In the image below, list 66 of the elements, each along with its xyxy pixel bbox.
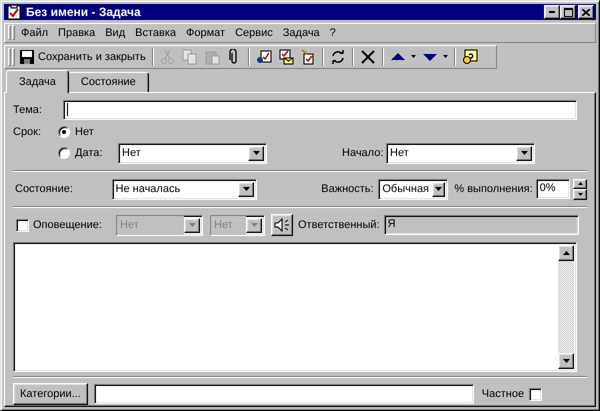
field-label: Срок: bbox=[13, 126, 42, 138]
up-arrow-icon bbox=[562, 251, 570, 255]
window-title: Без имени - Задача bbox=[26, 5, 142, 19]
notes-text-area[interactable] bbox=[13, 242, 577, 372]
close-button[interactable] bbox=[578, 5, 594, 19]
minimize-icon bbox=[549, 11, 555, 13]
menu-item[interactable]: Вид bbox=[100, 24, 130, 41]
down-arrow-icon bbox=[562, 359, 570, 363]
field-label: Тема: bbox=[13, 104, 43, 116]
menu-item[interactable]: ? bbox=[324, 24, 341, 41]
categories-button[interactable]: Категории... bbox=[13, 383, 88, 405]
up-arrow-icon bbox=[578, 182, 583, 186]
field-label: Оповещение: bbox=[33, 219, 103, 231]
delete-icon[interactable] bbox=[360, 48, 376, 65]
assign-task-icon[interactable] bbox=[256, 48, 272, 65]
menu-item[interactable]: Файл bbox=[16, 24, 54, 41]
down-arrow-icon bbox=[578, 192, 583, 196]
dropdown-arrow-icon bbox=[435, 187, 442, 191]
dropdown-arrow-icon bbox=[250, 223, 258, 227]
dropdown-arrow-icon bbox=[252, 151, 260, 155]
dropdown-arrow-icon bbox=[188, 223, 196, 227]
caret-icon[interactable] bbox=[442, 55, 448, 58]
task-clipboard-icon bbox=[6, 4, 22, 20]
field-label: % выполнения: bbox=[454, 183, 533, 195]
priority-dropdown[interactable]: Обычная bbox=[378, 178, 448, 200]
radio-label[interactable]: Нет bbox=[75, 126, 94, 138]
field-label: Частное bbox=[482, 388, 524, 400]
tab[interactable]: Задача bbox=[6, 70, 69, 93]
dropdown-arrow-icon bbox=[520, 151, 528, 155]
speaker-icon bbox=[274, 218, 290, 232]
menu-item[interactable]: Правка bbox=[53, 24, 100, 41]
menu-item[interactable]: Формат bbox=[181, 24, 230, 41]
envelope-checklist-icon[interactable] bbox=[278, 48, 294, 65]
field-label: Важность: bbox=[321, 183, 375, 195]
radio-button[interactable] bbox=[58, 147, 70, 159]
caret-icon[interactable] bbox=[410, 55, 416, 58]
minimize-button[interactable] bbox=[544, 5, 560, 19]
radio-label[interactable]: Дата: bbox=[75, 147, 118, 159]
dropdown-arrow-icon bbox=[242, 187, 250, 191]
close-icon bbox=[582, 8, 590, 16]
menu-item[interactable]: Вставка bbox=[130, 24, 182, 41]
spinner[interactable] bbox=[573, 178, 587, 200]
scroll-up-button[interactable] bbox=[558, 245, 574, 261]
status-dropdown[interactable]: Не началась bbox=[112, 178, 258, 200]
field-label: Состояние: bbox=[15, 183, 74, 195]
checklist-pencil-icon[interactable] bbox=[300, 48, 316, 65]
maximize-button[interactable] bbox=[560, 5, 576, 19]
due-date-dropdown[interactable]: Нет bbox=[118, 142, 267, 164]
field-label: Начало: bbox=[342, 147, 384, 159]
menu-item[interactable]: Задача bbox=[278, 24, 325, 41]
maximize-icon bbox=[564, 8, 572, 16]
checkbox[interactable] bbox=[529, 388, 542, 400]
start-date-dropdown[interactable]: Нет bbox=[386, 142, 535, 164]
field-label: Ответственный: bbox=[298, 219, 380, 231]
help-icon[interactable] bbox=[462, 48, 478, 65]
sound-button[interactable] bbox=[271, 214, 293, 236]
scroll-down-button[interactable] bbox=[558, 353, 574, 369]
tab[interactable]: Состояние bbox=[68, 72, 149, 92]
radio-button[interactable] bbox=[58, 126, 70, 138]
text-cursor-icon bbox=[67, 103, 68, 116]
menu-item[interactable]: Сервис bbox=[230, 24, 278, 41]
categories-input-field[interactable] bbox=[94, 384, 474, 404]
subject-input-field[interactable] bbox=[63, 100, 577, 120]
percent-complete-field[interactable]: 0% bbox=[536, 179, 570, 199]
owner-field: Я bbox=[384, 215, 579, 235]
circular-arrows-icon[interactable] bbox=[330, 48, 346, 65]
